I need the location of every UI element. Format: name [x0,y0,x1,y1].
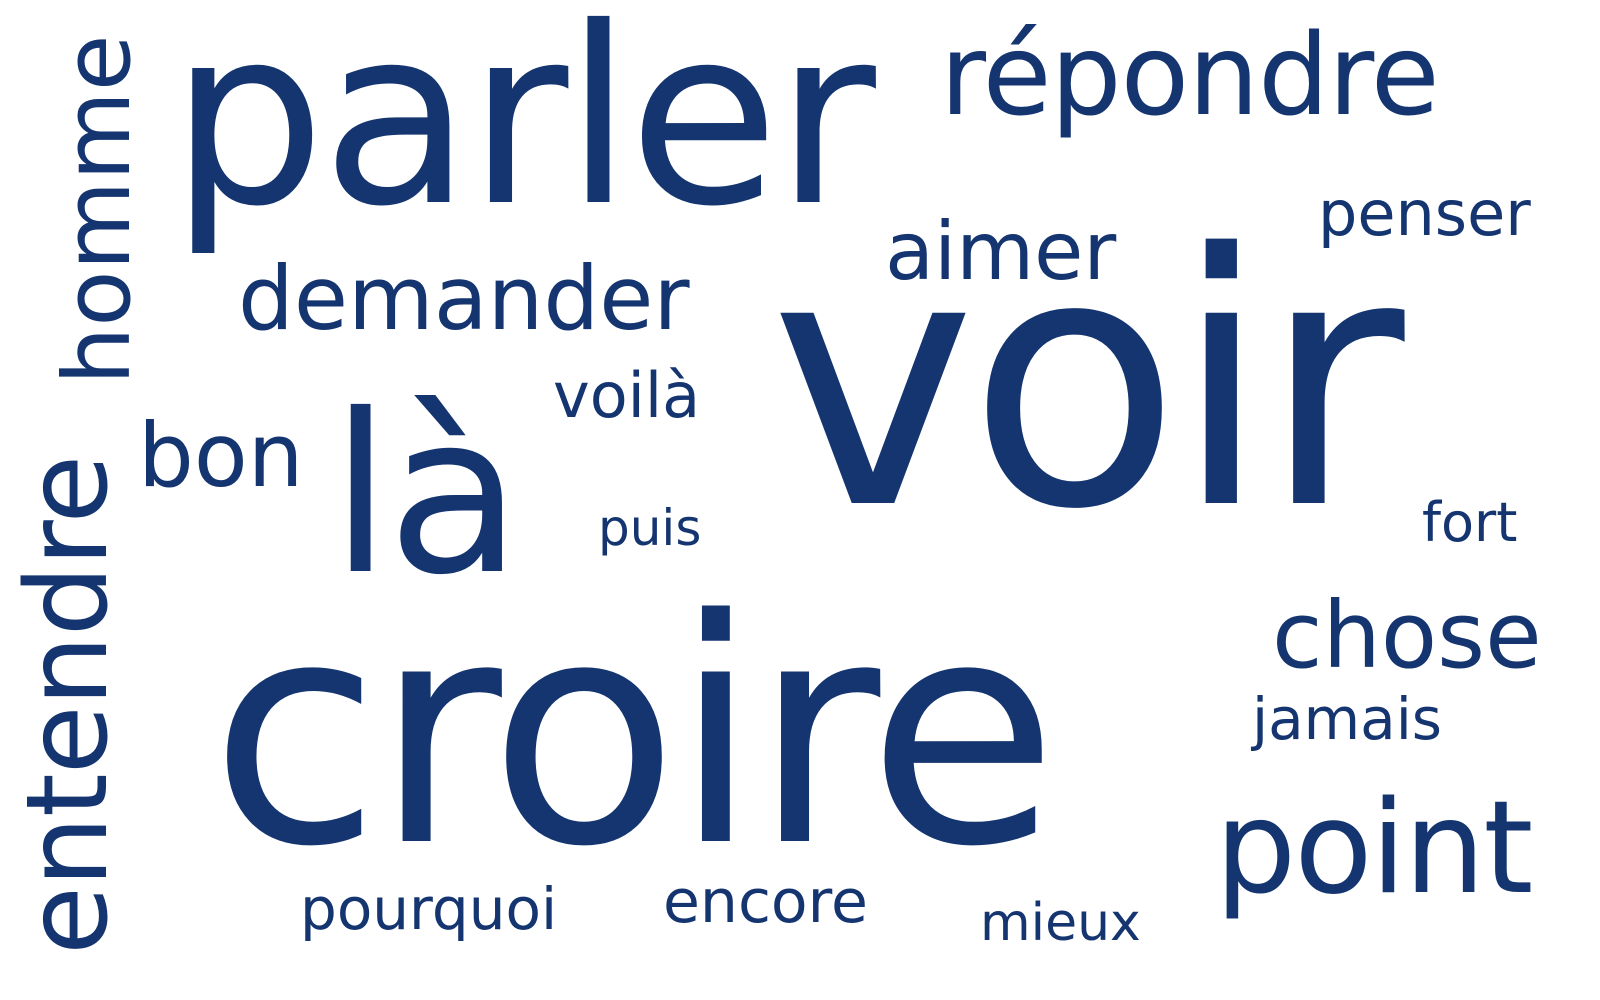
word-encore: encore [663,867,868,937]
word-pourquoi: pourquoi [300,875,558,943]
word-homme: homme [44,34,151,385]
word-bon: bon [138,404,304,507]
word-point: point [1215,774,1533,923]
word-cloud: voir croire parler là répondre point cho… [0,0,1600,1000]
word-aimer: aimer [885,205,1117,298]
word-parler: parler [170,0,876,260]
word-mieux: mieux [980,893,1141,953]
word-la: là [330,367,522,623]
word-penser: penser [1318,177,1531,250]
word-fort: fort [1422,491,1518,554]
word-entendre: entendre [3,455,133,955]
word-croire: croire [210,554,1058,915]
word-puis: puis [598,499,702,557]
word-demander: demander [238,247,690,350]
word-chose: chose [1272,582,1542,689]
word-jamais: jamais [1252,685,1443,753]
word-voila: voilà [553,359,701,432]
word-repondre: répondre [940,11,1440,141]
